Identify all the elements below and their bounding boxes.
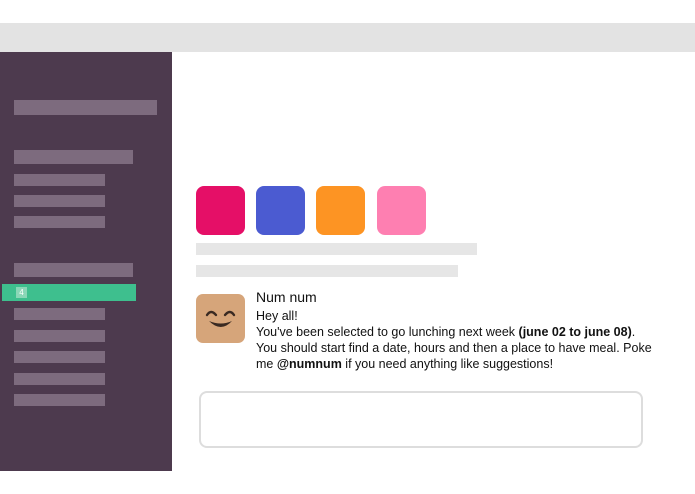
message-author[interactable]: Num num	[256, 288, 656, 306]
top-bar	[0, 23, 695, 52]
sidebar-item-placeholder[interactable]	[14, 351, 105, 363]
sidebar-section-header-placeholder	[14, 150, 133, 164]
sidebar: 4	[0, 52, 172, 471]
main-panel: Num num Hey all! You've been selected to…	[172, 52, 695, 471]
message-paragraph: You've been selected to go lunching next…	[256, 324, 656, 372]
swatch-pink-red	[196, 186, 245, 235]
text-placeholder-line	[196, 243, 477, 255]
swatch-pink	[377, 186, 426, 235]
message-text: if you need anything like suggestions!	[341, 357, 554, 371]
sidebar-item-placeholder[interactable]	[14, 373, 105, 385]
message-input[interactable]	[199, 391, 643, 448]
avatar-smiley-icon	[196, 294, 245, 343]
sidebar-item-placeholder[interactable]	[14, 308, 105, 320]
sidebar-item-placeholder[interactable]	[14, 394, 105, 406]
message: Num num Hey all! You've been selected to…	[256, 288, 656, 372]
swatch-blue	[256, 186, 305, 235]
message-greeting: Hey all!	[256, 309, 298, 323]
user-mention[interactable]: @numnum	[277, 357, 342, 371]
swatch-orange	[316, 186, 365, 235]
sidebar-team-name-placeholder	[14, 100, 157, 115]
sidebar-item-active[interactable]: 4	[2, 284, 136, 301]
sidebar-item-placeholder[interactable]	[14, 174, 105, 186]
message-text: You've been selected to go lunching next…	[256, 325, 519, 339]
text-placeholder-line	[196, 265, 458, 277]
sidebar-item-placeholder[interactable]	[14, 195, 105, 207]
message-body: Hey all! You've been selected to go lunc…	[256, 308, 656, 372]
sidebar-section-header-placeholder	[14, 263, 133, 277]
smiley-face-icon	[205, 310, 236, 327]
sidebar-item-placeholder[interactable]	[14, 330, 105, 342]
unread-count-badge: 4	[16, 287, 27, 298]
sidebar-item-placeholder[interactable]	[14, 216, 105, 228]
message-dates: (june 02 to june 08)	[518, 325, 632, 339]
